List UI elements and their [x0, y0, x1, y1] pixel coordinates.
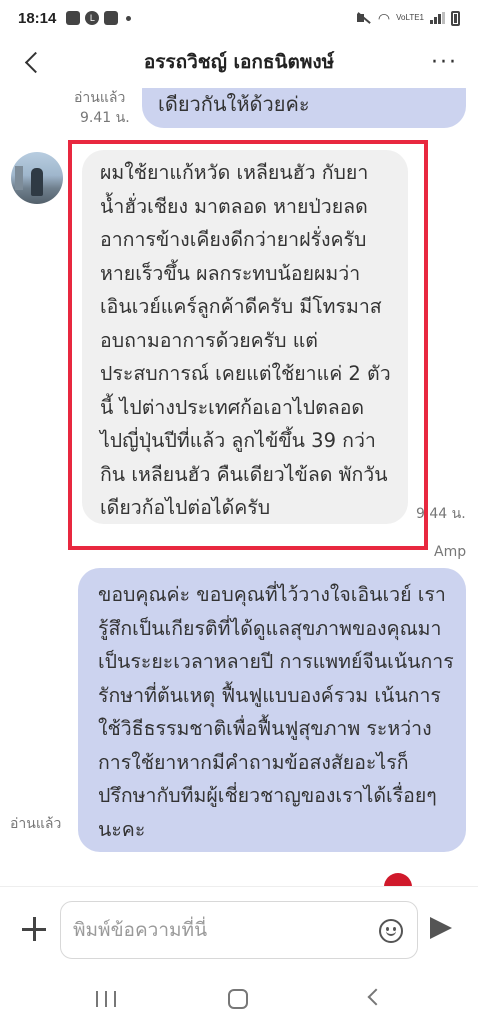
sender-name: Amp	[434, 544, 467, 560]
chat-messages[interactable]: อ่านแล้ว 9.41 น. เดียวกันให้ด้วยค่ะ ผมใช…	[0, 88, 478, 886]
highlight-frame	[68, 140, 428, 550]
mute-icon	[356, 11, 372, 25]
message-input-bar	[0, 886, 478, 976]
contact-avatar[interactable]	[11, 152, 63, 204]
chat-header: อรรถวิชญ์ เอกธนิตพงษ์ ···	[0, 36, 478, 88]
status-right: ◠ VoLTE1	[356, 10, 460, 27]
wifi-icon: ◠	[377, 9, 391, 26]
lte-label: VoLTE1	[396, 13, 424, 22]
image-icon	[66, 11, 81, 25]
signal-icon	[430, 12, 445, 24]
line-chat-icon	[104, 11, 119, 25]
message-time: 9.41 น.	[80, 110, 130, 126]
sticker-heart-icon[interactable]	[384, 873, 412, 886]
message-text: เดียวกันให้ด้วยค่ะ	[158, 92, 310, 116]
line-app-icon: L	[85, 11, 100, 25]
outgoing-message-bubble[interactable]: เดียวกันให้ด้วยค่ะ	[142, 88, 466, 128]
battery-icon	[451, 10, 460, 26]
read-receipt: อ่านแล้ว	[74, 90, 126, 106]
message-text: ขอบคุณค่ะ ขอบคุณที่ไว้วางใจเอินเวย์ เราร…	[98, 583, 454, 841]
message-input[interactable]	[73, 912, 363, 948]
outgoing-message-bubble[interactable]: ขอบคุณค่ะ ขอบคุณที่ไว้วางใจเอินเวย์ เราร…	[78, 568, 466, 852]
system-back-icon[interactable]	[367, 988, 385, 1006]
emoji-icon[interactable]	[379, 919, 403, 943]
system-nav-bar	[0, 976, 478, 1024]
send-icon[interactable]	[430, 917, 452, 939]
read-receipt: อ่านแล้ว	[10, 816, 62, 832]
notification-dot-icon	[126, 15, 132, 21]
status-time: 18:14	[18, 9, 57, 27]
home-icon[interactable]	[228, 989, 248, 1009]
message-field[interactable]	[60, 901, 418, 959]
back-button[interactable]	[18, 48, 46, 76]
status-bar: 18:14 L ◠ VoLTE1	[0, 0, 478, 36]
chat-title: อรรถวิชญ์ เอกธนิตพงษ์	[143, 51, 335, 73]
plus-icon[interactable]	[22, 917, 46, 941]
more-options-button[interactable]: ···	[431, 50, 458, 75]
recent-apps-icon[interactable]	[96, 991, 116, 1007]
